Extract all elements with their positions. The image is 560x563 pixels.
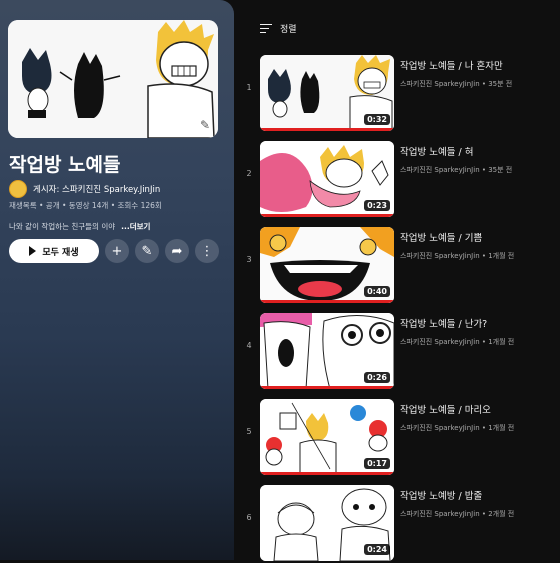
- description-text: 나와 같이 작업하는 친구들의 이야: [9, 222, 116, 231]
- video-row[interactable]: 1 0:32 작업방 노예들 / 나 혼자만 스파키진진 SparkeyJinJ…: [236, 55, 560, 133]
- video-duration: 0:32: [364, 114, 390, 125]
- video-duration: 0:24: [364, 544, 390, 555]
- video-duration: 0:23: [364, 200, 390, 211]
- play-icon: [29, 246, 37, 256]
- video-meta: 스파키진진 SparkeyJinJin • 1개월 전: [400, 424, 515, 432]
- more-options-button[interactable]: ⋮: [195, 239, 219, 263]
- edit-cover-icon[interactable]: ✎: [198, 118, 212, 132]
- add-button[interactable]: +: [105, 239, 129, 263]
- playlist-cover-image[interactable]: ✎: [8, 20, 218, 138]
- play-all-button[interactable]: 모두 재생: [9, 239, 99, 263]
- video-index: 6: [246, 513, 252, 522]
- owner-name[interactable]: 게시자: 스파키진진 Sparkey.JinJin: [33, 183, 160, 195]
- watch-progress-bar: [260, 472, 394, 475]
- video-row[interactable]: 5 0:17 작업방 노예들 / 마리오 스파키진진 SparkeyJinJin…: [236, 399, 560, 477]
- share-button[interactable]: ➦: [165, 239, 189, 263]
- video-index: 5: [246, 427, 252, 436]
- playlist-owner[interactable]: 게시자: 스파키진진 Sparkey.JinJin: [9, 180, 160, 198]
- video-meta: 스파키진진 SparkeyJinJin • 1개월 전: [400, 338, 515, 346]
- video-thumbnail[interactable]: 0:26: [260, 313, 394, 389]
- watch-progress-bar: [260, 300, 394, 303]
- watch-progress-bar: [260, 128, 394, 131]
- more-link[interactable]: ...더보기: [121, 222, 150, 231]
- video-meta: 스파키진진 SparkeyJinJin • 2개월 전: [400, 510, 515, 518]
- playlist-description: 나와 같이 작업하는 친구들의 이야 ...더보기: [9, 221, 150, 232]
- playlist-meta: 재생목록 • 공개 • 동영상 14개 • 조회수 126회: [9, 201, 162, 210]
- plus-icon: +: [111, 243, 123, 259]
- video-duration: 0:26: [364, 372, 390, 383]
- video-title[interactable]: 작업방 노예들 / 기쁨: [400, 230, 482, 244]
- video-index: 1: [246, 83, 252, 92]
- video-meta: 스파키진진 SparkeyJinJin • 35분 전: [400, 80, 513, 88]
- video-thumbnail[interactable]: 0:24: [260, 485, 394, 561]
- share-icon: ➦: [171, 243, 183, 259]
- watch-progress-bar: [260, 386, 394, 389]
- video-meta: 스파키진진 SparkeyJinJin • 35분 전: [400, 166, 513, 174]
- video-thumbnail[interactable]: 0:17: [260, 399, 394, 475]
- video-index: 4: [246, 341, 252, 350]
- sort-label: 정렬: [280, 25, 297, 35]
- video-title[interactable]: 작업방 노예들 / 혀: [400, 144, 473, 158]
- video-title[interactable]: 작업방 노예들 / 나 혼자만: [400, 58, 503, 72]
- video-title[interactable]: 작업방 노예들 / 난가?: [400, 316, 487, 330]
- video-row[interactable]: 3 0:40 작업방 노예들 / 기쁨 스파키진진 SparkeyJinJin …: [236, 227, 560, 305]
- playlist-panel: ✎ 작업방 노예들 게시자: 스파키진진 Sparkey.JinJin 재생목록…: [0, 0, 234, 560]
- sort-button[interactable]: 정렬: [260, 22, 297, 35]
- playlist-title: 작업방 노예들: [9, 154, 121, 176]
- video-index: 3: [246, 255, 252, 264]
- video-thumbnail[interactable]: 0:32: [260, 55, 394, 131]
- video-thumbnail[interactable]: 0:23: [260, 141, 394, 217]
- video-meta: 스파키진진 SparkeyJinJin • 1개월 전: [400, 252, 515, 260]
- video-thumbnail[interactable]: 0:40: [260, 227, 394, 303]
- video-row[interactable]: 6 0:24 작업방 노예방 / 밥줄 스파키진진 SparkeyJinJin …: [236, 485, 560, 563]
- owner-avatar[interactable]: [9, 180, 27, 198]
- video-title[interactable]: 작업방 노예방 / 밥줄: [400, 488, 482, 502]
- play-all-label: 모두 재생: [42, 247, 79, 258]
- more-vertical-icon: ⋮: [200, 243, 214, 259]
- pencil-icon: ✎: [141, 243, 153, 259]
- watch-progress-bar: [260, 214, 394, 217]
- video-row[interactable]: 2 0:23 작업방 노예들 / 혀 스파키진진 SparkeyJinJin •…: [236, 141, 560, 219]
- sort-icon: [260, 23, 272, 34]
- video-title[interactable]: 작업방 노예들 / 마리오: [400, 402, 491, 416]
- video-row[interactable]: 4 0:26 작업방 노예들 / 난가? 스파키진진 SparkeyJinJin…: [236, 313, 560, 391]
- video-duration: 0:17: [364, 458, 390, 469]
- edit-button[interactable]: ✎: [135, 239, 159, 263]
- video-duration: 0:40: [364, 286, 390, 297]
- video-index: 2: [246, 169, 252, 178]
